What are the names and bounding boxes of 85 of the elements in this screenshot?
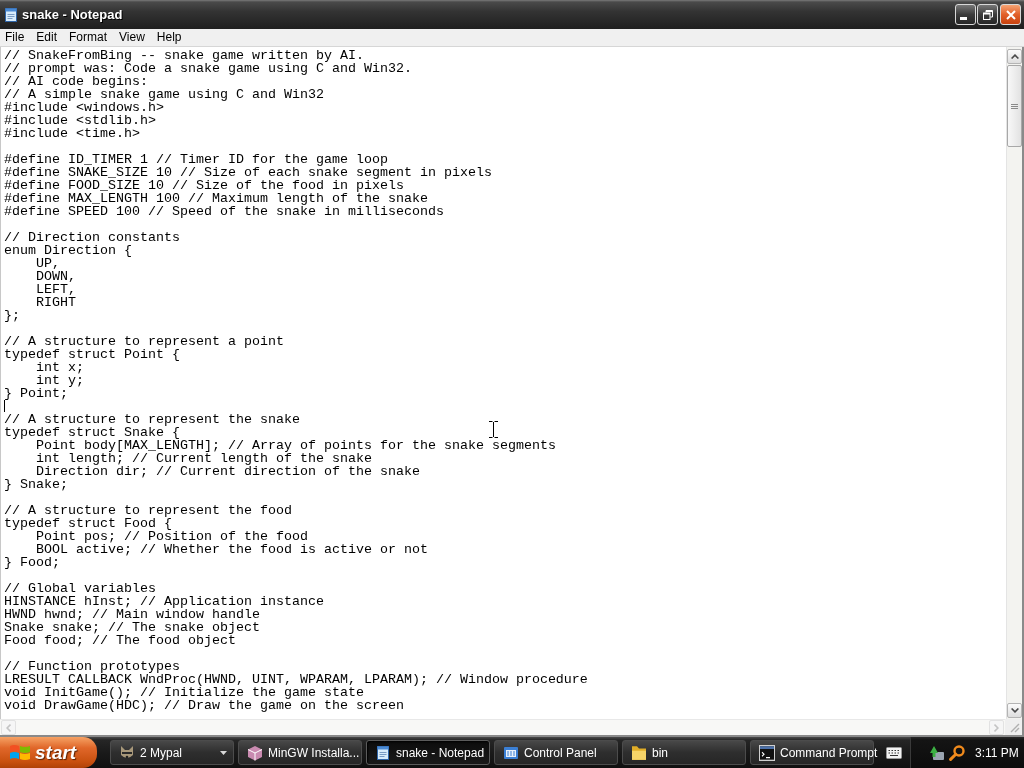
terminal-icon <box>759 744 775 761</box>
code-line: #include <time.h> <box>4 127 140 140</box>
text-cursor-icon <box>489 421 498 438</box>
window-title: snake - Notepad <box>22 7 123 22</box>
code-line: Food food; // The food object <box>4 634 236 647</box>
grip-icon <box>1011 103 1018 109</box>
chevron-right-icon <box>994 723 999 732</box>
scroll-thumb[interactable] <box>1007 65 1022 147</box>
taskbar-button[interactable]: snake - Notepad <box>366 740 490 765</box>
close-button[interactable] <box>1000 4 1021 25</box>
code-line: } Snake; <box>4 478 68 491</box>
code-line: LRESULT CALLBACK WndProc(HWND, UINT, WPARAM, LPARAM); // Window procedure <box>4 673 588 686</box>
taskbar-button[interactable]: Control Panel <box>494 740 618 765</box>
code-line: HWND hwnd; // Main window handle <box>4 608 260 621</box>
restore-button[interactable] <box>977 4 998 25</box>
flag-icon <box>10 744 30 761</box>
code-line: RIGHT <box>35 296 76 309</box>
code-line: }; <box>4 309 20 322</box>
chevron-up-icon <box>1010 54 1019 59</box>
code-line: // A simple snake game using C and Win32 <box>4 88 324 101</box>
size-grip-icon[interactable] <box>1010 723 1020 733</box>
code-line: #define FOOD_SIZE 10 // Size of the food in pixels <box>4 179 404 192</box>
code-line: HINSTANCE hInst; // Application instance <box>4 595 324 608</box>
code-line: // prompt was: Code a snake game using C and Win32. <box>4 62 412 75</box>
code-line: #include <windows.h> <box>4 101 164 114</box>
code-line: } Point; <box>4 387 68 400</box>
code-line: // SnakeFromBing -- snake game written by AI. <box>4 49 364 62</box>
menu-item[interactable]: Format <box>63 29 114 46</box>
code-line: enum Direction { <box>4 244 132 257</box>
code-line: // A structure to represent the snake <box>4 413 300 426</box>
code-line: typedef struct Snake { <box>4 426 180 439</box>
menu-item[interactable]: File <box>0 29 31 46</box>
code-line: UP, <box>35 257 60 270</box>
code-line: // Function prototypes <box>4 660 180 673</box>
chevron-left-icon <box>6 723 11 732</box>
chevron-down-icon <box>1010 708 1019 713</box>
code-line: DOWN, <box>35 270 76 283</box>
code-line: int x; <box>36 361 84 374</box>
code-line: Snake snake; // The snake object <box>4 621 260 634</box>
folder-icon <box>631 744 647 761</box>
code-line: #define SPEED 100 // Speed of the snake in milliseconds <box>4 205 444 218</box>
code-line: Point body[MAX_LENGTH]; // Array of points for the snake segments <box>36 439 556 452</box>
taskbar-button[interactable]: 2 Mypal <box>110 740 234 765</box>
clock-time: 3:11 PM <box>975 745 1019 760</box>
scroll-down-button[interactable] <box>1007 703 1022 718</box>
code-line: #define MAX_LENGTH 100 // Maximum length of the snake <box>4 192 428 205</box>
code-line: } Food; <box>4 556 60 569</box>
menu-item[interactable]: Help <box>150 29 188 46</box>
menu-item[interactable]: View <box>113 29 151 46</box>
start-button[interactable]: start <box>0 737 97 768</box>
code-line: int length; // Current length of the snake <box>35 452 372 465</box>
device-arrow-icon[interactable] <box>929 744 945 761</box>
search-icon[interactable] <box>949 744 965 761</box>
taskbar-button[interactable]: bin <box>622 740 746 765</box>
code-line: // Global variables <box>4 582 156 595</box>
code-line: int y; <box>35 374 84 387</box>
vertical-scrollbar[interactable] <box>1006 47 1022 719</box>
package-icon <box>247 744 263 761</box>
restore-icon <box>982 9 993 20</box>
code-line: #define SNAKE_SIZE 10 // Size of each snake segment in pixels <box>4 166 492 179</box>
code-line: // Direction constants <box>4 231 180 244</box>
close-icon <box>1005 9 1016 20</box>
panel-icon <box>503 744 519 761</box>
code-line: LEFT, <box>35 283 76 296</box>
code-line: Direction dir; // Current direction of the snake <box>35 465 420 478</box>
code-line: BOOL active; // Whether the food is active or not <box>35 543 428 556</box>
code-line: typedef struct Food { <box>4 517 172 530</box>
code-line: // A structure to represent a point <box>4 335 284 348</box>
minimize-icon <box>959 17 967 20</box>
code-line: typedef struct Point { <box>4 348 180 361</box>
notepad-icon <box>375 744 391 761</box>
scroll-up-button[interactable] <box>1007 49 1022 64</box>
code-line: // AI code begins: <box>4 75 148 88</box>
notepad-icon[interactable] <box>3 6 19 23</box>
code-line: void InitGame(); // Initialize the game state <box>4 686 364 699</box>
code-line: Point pos; // Position of the food <box>36 530 308 543</box>
code-line: void DrawGame(HDC); // Draw the game on the screen <box>4 699 404 712</box>
animal-head-icon <box>119 744 135 761</box>
taskbar-button[interactable]: MinGW Installa... <box>238 740 362 765</box>
minimize-button[interactable] <box>955 4 976 25</box>
code-line: // A structure to represent the food <box>4 504 292 517</box>
menu-item[interactable]: Edit <box>30 29 64 46</box>
keyboard-icon[interactable] <box>886 746 902 759</box>
code-line: #define ID_TIMER 1 // Timer ID for the game loop <box>4 153 388 166</box>
code-line: #include <stdlib.h> <box>4 114 156 127</box>
